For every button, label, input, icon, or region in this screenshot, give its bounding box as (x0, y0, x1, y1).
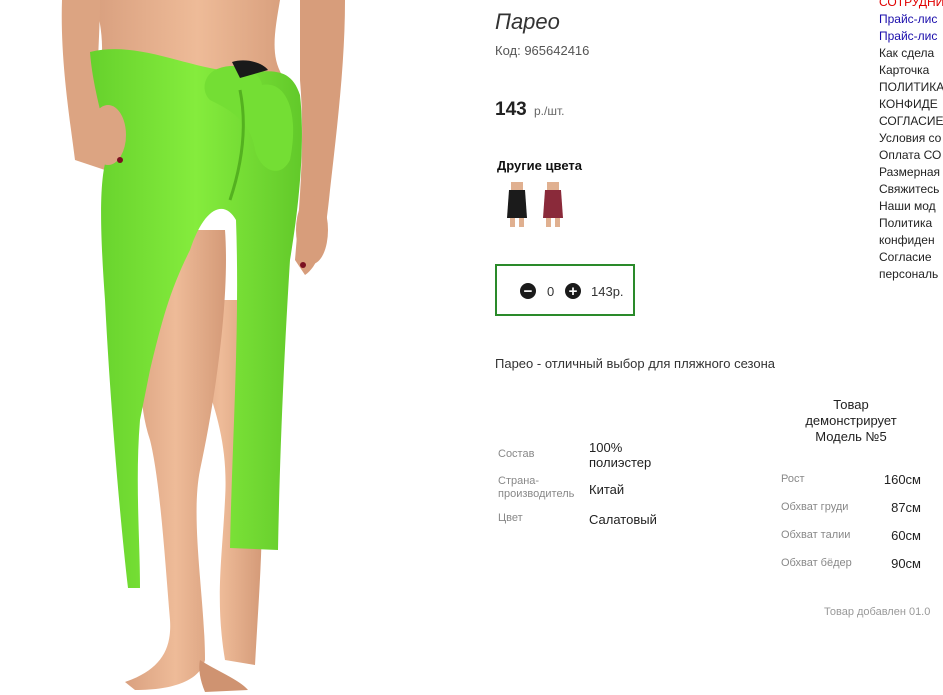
sidebar-link-terms[interactable]: Условия со (879, 130, 943, 147)
product-description: Парео - отличный выбор для пляжного сезо… (495, 356, 776, 371)
model-title: Товар демонстрирует Модель №5 (805, 397, 897, 444)
color-variant-black[interactable] (502, 180, 532, 228)
sidebar-link-consent[interactable]: СОГЛАСИЕ (879, 113, 943, 130)
spec-value-color: Салатовый (589, 512, 657, 527)
product-photo[interactable] (0, 0, 462, 695)
quantity-value: 0 (547, 284, 555, 299)
other-colors-heading: Другие цвета (497, 158, 582, 173)
sidebar-link-how-to-order[interactable]: Как сдела (879, 45, 943, 62)
spec-label-composition: Состав (498, 448, 535, 460)
sidebar-link-policy-2[interactable]: Политика (879, 215, 943, 232)
price-unit: р./шт. (533, 104, 565, 118)
sidebar-link-contact[interactable]: Свяжитесь (879, 181, 943, 198)
model-value-hips: 90см (891, 556, 921, 571)
sidebar-links: СОТРУДНИ Прайс-лис Прайс-лис Как сдела К… (879, 0, 943, 283)
sidebar-link-privacy-2[interactable]: конфиден (879, 232, 943, 249)
product-price: 143 р./шт. (495, 99, 564, 121)
sidebar-link-consent-2[interactable]: Согласие (879, 249, 943, 266)
burgundy-pareo-thumbnail-icon (538, 180, 568, 228)
spec-value-country: Китай (589, 482, 625, 497)
spec-label-color: Цвет (498, 512, 523, 524)
sidebar-link-card[interactable]: Карточка (879, 62, 943, 79)
model-value-waist: 60см (891, 528, 921, 543)
product-title: Парео (495, 9, 560, 34)
sidebar-link-pricelist-2[interactable]: Прайс-лис (879, 28, 943, 45)
minus-icon[interactable]: − (520, 283, 536, 299)
sidebar-link-policy[interactable]: ПОЛИТИКА (879, 79, 943, 96)
model-value-height: 160см (883, 472, 921, 487)
model-label-chest: Обхват груди (781, 501, 849, 513)
color-variant-burgundy[interactable] (538, 180, 568, 228)
quantity-selector: − 0 + 143р. (495, 264, 635, 316)
spec-label-country: Страна-производитель (498, 475, 575, 500)
spec-value-composition: 100% полиэстер (589, 440, 652, 470)
sidebar-link-size-chart[interactable]: Размерная (879, 164, 943, 181)
sidebar-link-staff[interactable]: СОТРУДНИ (879, 0, 943, 11)
quantity-total: 143р. (591, 284, 624, 299)
model-label-waist: Обхват талии (781, 529, 851, 541)
sidebar-link-privacy[interactable]: КОНФИДЕ (879, 96, 943, 113)
price-value: 143 (495, 99, 527, 120)
sidebar-link-payment[interactable]: Оплата СО (879, 147, 943, 164)
black-pareo-thumbnail-icon (502, 180, 532, 228)
product-code: Код: 965642416 (495, 43, 590, 58)
sidebar-link-pricelist-1[interactable]: Прайс-лис (879, 11, 943, 28)
model-value-chest: 87см (891, 500, 921, 515)
model-label-height: Рост (781, 473, 805, 485)
plus-icon[interactable]: + (565, 283, 581, 299)
sidebar-link-personal[interactable]: персональ (879, 266, 943, 283)
model-label-hips: Обхват бёдер (781, 557, 852, 569)
added-date: Товар добавлен 01.0 (824, 606, 931, 618)
sidebar-link-models[interactable]: Наши мод (879, 198, 943, 215)
